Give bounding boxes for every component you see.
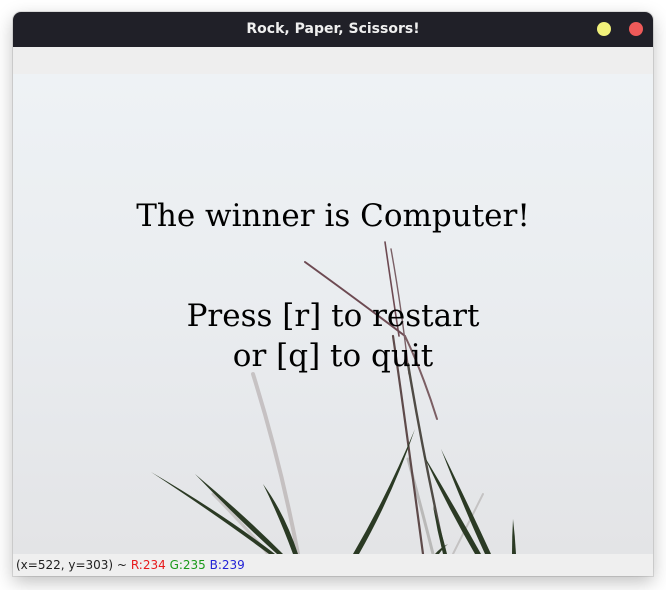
status-bar: (x=522, y=303) ~ R:234 G:235 B:239: [13, 554, 653, 576]
green-value: G:235: [169, 558, 206, 572]
red-value: R:234: [130, 558, 166, 572]
cursor-coordinates: (x=522, y=303) ~: [16, 558, 127, 572]
quit-prompt: or [q] to quit: [232, 338, 434, 374]
blue-value: B:239: [209, 558, 245, 572]
minimize-button[interactable]: [597, 22, 611, 36]
image-canvas[interactable]: The winner is Computer! Press [r] to res…: [13, 74, 653, 554]
window-title: Rock, Paper, Scissors!: [246, 21, 420, 37]
app-window: Rock, Paper, Scissors! The winner is Com…: [13, 12, 653, 576]
toolbar: [13, 47, 653, 74]
close-button[interactable]: [629, 22, 643, 36]
title-bar[interactable]: Rock, Paper, Scissors!: [13, 12, 653, 47]
restart-prompt: Press [r] to restart: [186, 298, 480, 334]
winner-message: The winner is Computer!: [136, 198, 530, 234]
